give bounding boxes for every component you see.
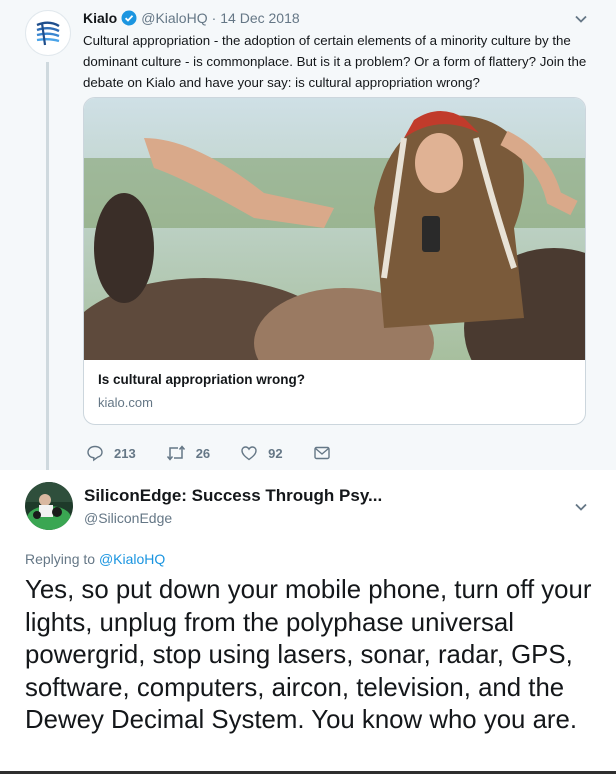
reply-text: Yes, so put down your mobile phone, turn… <box>25 576 592 734</box>
siliconedge-avatar[interactable] <box>25 482 73 530</box>
mention-link[interactable]: @KialoHQ <box>99 551 165 567</box>
kialo-avatar[interactable] <box>25 10 71 56</box>
link-card[interactable]: Is cultural appropriation wrong? kialo.c… <box>83 97 586 425</box>
retweet-action[interactable]: 26 <box>166 444 210 462</box>
message-action[interactable] <box>313 444 341 462</box>
kialo-logo-icon <box>36 21 60 46</box>
thread-line <box>46 62 49 478</box>
parent-tweet-header: Kialo @KialoHQ · 14 Dec 2018 <box>83 10 300 26</box>
tweet-date[interactable]: 14 Dec 2018 <box>220 10 299 26</box>
retweet-icon <box>166 445 185 461</box>
card-domain: kialo.com <box>98 395 153 410</box>
reply-author-name[interactable]: SiliconEdge: Success Through Psy... <box>84 486 382 506</box>
retweet-count: 26 <box>195 445 211 461</box>
tweet-actions: 213 26 92 <box>86 443 371 463</box>
like-action[interactable]: 92 <box>240 444 283 462</box>
reply-icon <box>87 445 103 462</box>
chevron-down-icon[interactable] <box>574 12 588 31</box>
message-icon <box>313 446 330 460</box>
tweet-text: Cultural appropriation - the adoption of… <box>83 33 587 90</box>
reply-tweet[interactable]: SiliconEdge: Success Through Psy... @Sil… <box>0 470 616 774</box>
reply-author-handle[interactable]: @SiliconEdge <box>84 510 172 526</box>
reply-action[interactable]: 213 <box>86 444 136 462</box>
chevron-down-icon[interactable] <box>574 500 588 519</box>
card-title[interactable]: Is cultural appropriation wrong? <box>98 372 305 387</box>
author-name[interactable]: Kialo <box>83 10 117 26</box>
replying-prefix: Replying to <box>25 551 96 567</box>
separator-dot: · <box>211 10 217 26</box>
author-handle[interactable]: @KialoHQ <box>141 10 207 26</box>
reply-count: 213 <box>114 445 136 461</box>
like-icon <box>241 446 257 461</box>
like-count: 92 <box>268 445 283 461</box>
verified-icon <box>121 10 137 26</box>
card-image <box>84 98 585 360</box>
replying-to: Replying to @KialoHQ <box>25 551 165 567</box>
parent-tweet[interactable]: Kialo @KialoHQ · 14 Dec 2018 Cultural ap… <box>0 0 616 478</box>
